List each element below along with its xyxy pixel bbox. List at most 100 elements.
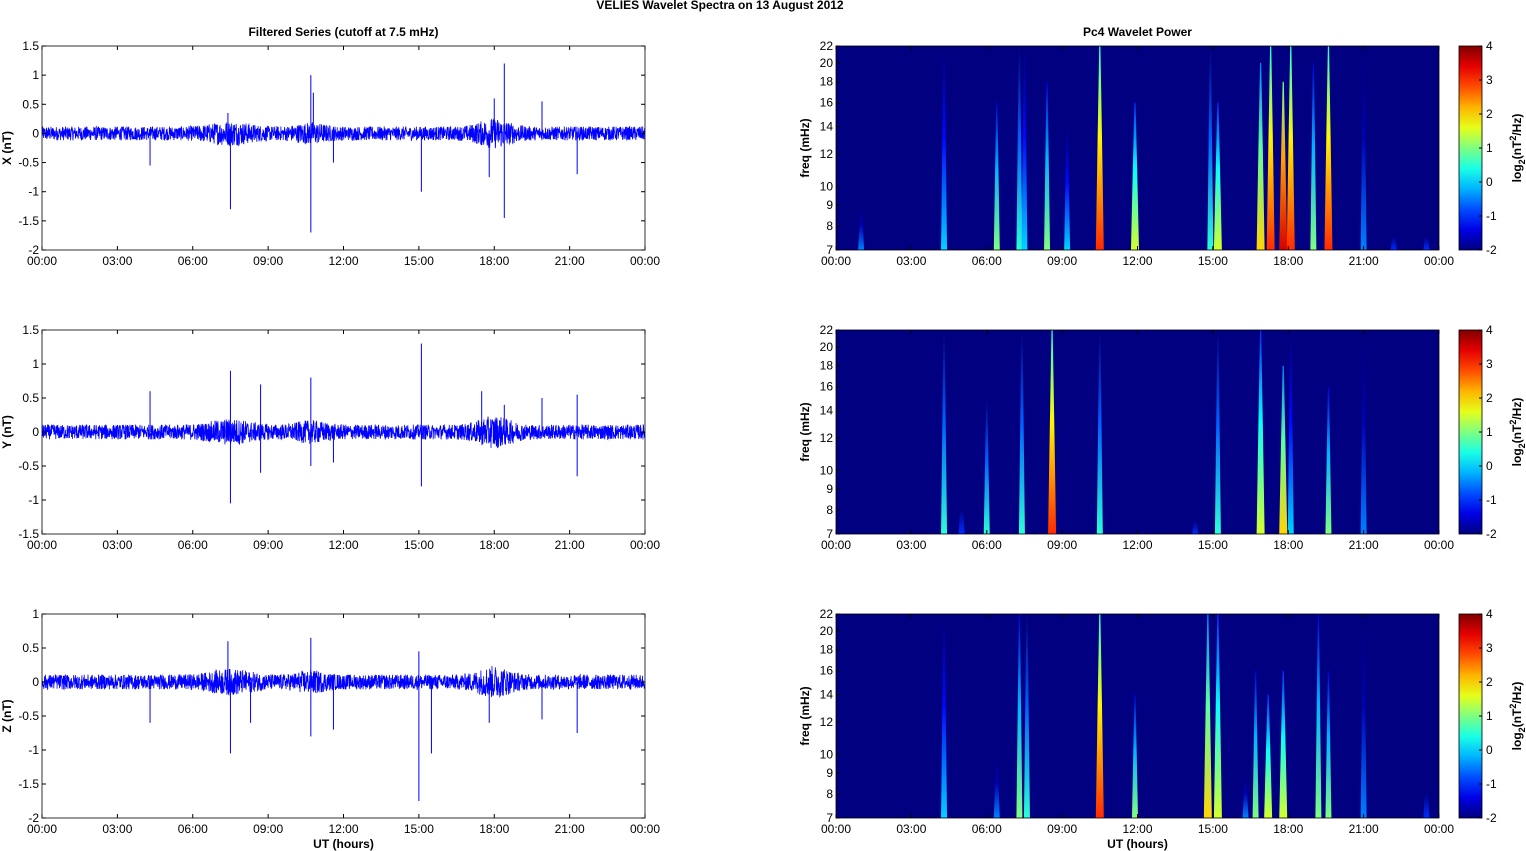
x-tick-label: 00:00	[821, 538, 851, 552]
x-tick-label: 12:00	[328, 538, 358, 552]
y-tick-label: -0.5	[18, 709, 39, 723]
colorbar-label-text: /Hz)	[1510, 114, 1524, 136]
colorbar-tick-label: 2	[1486, 675, 1493, 689]
x-tick-label: 03:00	[896, 254, 926, 268]
x-tick-label: 06:00	[178, 822, 208, 836]
x-tick-label: 21:00	[1349, 822, 1379, 836]
x-tick-label: 15:00	[1198, 822, 1228, 836]
y-tick-label: 10	[820, 463, 834, 477]
time-series-plot: -2-1.5-1-0.500.51Z (nT)00:00 03:00 06:00 09…	[0, 607, 660, 851]
x-tick-label: 18:00	[1273, 538, 1303, 552]
subplot-title: Filtered Series (cutoff at 7.5 mHz)	[248, 25, 438, 39]
x-tick-label: 09:00	[1047, 822, 1077, 836]
time-series-plot: -1.5-1-0.500.511.5Y (nT)00:00 03:00 06:00 0…	[0, 323, 660, 552]
y-tick-label: 16	[820, 380, 834, 394]
colorbar-label: log2(nT2/Hz)	[1508, 114, 1526, 183]
y-axis-label: freq (mHz)	[798, 686, 812, 745]
y-axis-label: X (nT)	[0, 131, 14, 165]
x-tick-label: 06:00	[972, 538, 1002, 552]
x-tick-label: 06:00	[972, 254, 1002, 268]
y-axis-label: Z (nT)	[0, 699, 14, 732]
y-tick-label: 22	[820, 323, 834, 337]
x-tick-label: 15:00	[404, 822, 434, 836]
x-tick-label: 00:00	[1424, 822, 1454, 836]
y-tick-label: 12	[820, 147, 834, 161]
colorbar-label-text: log	[1510, 732, 1524, 750]
x-tick-label: 00:00	[1424, 538, 1454, 552]
colorbar-tick-label: -2	[1486, 527, 1497, 541]
colorbar-tick-label: -2	[1486, 811, 1497, 825]
x-axis-label: UT (hours)	[1107, 837, 1168, 851]
x-tick-label: 06:00	[178, 538, 208, 552]
y-tick-label: 18	[820, 75, 834, 89]
y-tick-label: 22	[820, 607, 834, 621]
wavelet-spectrogram: 78910121416182022freq (mHz)00:00 03:00 06:…	[798, 25, 1526, 268]
y-tick-label: -1	[28, 493, 39, 507]
x-tick-label: 00:00	[821, 254, 851, 268]
y-tick-label: 16	[820, 664, 834, 678]
y-tick-label: 1	[32, 357, 39, 371]
y-tick-label: 9	[826, 198, 833, 212]
x-tick-label: 21:00	[555, 254, 585, 268]
x-tick-label: 00:00	[630, 538, 660, 552]
y-tick-label: 1.5	[22, 323, 39, 337]
wavelet-spectrogram: 78910121416182022freq (mHz)00:00 03:00 06:…	[798, 323, 1526, 552]
x-tick-label: 00:00	[27, 254, 57, 268]
y-tick-label: 16	[820, 96, 834, 110]
x-tick-label: 09:00	[253, 538, 283, 552]
subplot-title: Pc4 Wavelet Power	[1083, 25, 1192, 39]
x-tick-label: 09:00	[1047, 254, 1077, 268]
x-tick-label: 06:00	[178, 254, 208, 268]
x-tick-label: 18:00	[479, 538, 509, 552]
plot-area	[42, 46, 645, 250]
colorbar-label: log2(nT2/Hz)	[1508, 398, 1526, 467]
wavelet-spectrogram: 78910121416182022freq (mHz)00:00 03:00 06:…	[798, 607, 1526, 851]
colorbar-label-text: /Hz)	[1510, 682, 1524, 704]
colorbar-tick-label: 2	[1486, 107, 1493, 121]
y-tick-label: 0.5	[22, 641, 39, 655]
x-tick-label: 21:00	[555, 538, 585, 552]
colorbar-tick-label: 0	[1486, 459, 1493, 473]
colorbar-label-text: (nT	[1510, 424, 1524, 443]
plot-area	[42, 614, 645, 818]
colorbar-tick-label: 4	[1486, 323, 1493, 337]
colorbar	[1458, 45, 1483, 251]
y-tick-label: 8	[826, 503, 833, 517]
colorbar	[1458, 329, 1483, 535]
y-tick-label: 18	[820, 359, 834, 373]
colorbar-label-text: (nT	[1510, 708, 1524, 727]
x-tick-label: 12:00	[1122, 538, 1152, 552]
x-tick-label: 12:00	[1122, 254, 1152, 268]
x-tick-label: 12:00	[1122, 822, 1152, 836]
x-tick-label: 00:00	[1424, 254, 1454, 268]
y-tick-label: 0	[32, 675, 39, 689]
y-tick-label: 20	[820, 340, 834, 354]
x-tick-label: 12:00	[328, 254, 358, 268]
x-tick-label: 00:00	[630, 254, 660, 268]
y-tick-label: 9	[826, 766, 833, 780]
y-tick-label: -1	[28, 185, 39, 199]
colorbar-tick-label: 4	[1486, 607, 1493, 621]
colorbar-label-text: log	[1510, 448, 1524, 466]
y-tick-label: 9	[826, 482, 833, 496]
x-tick-label: 15:00	[404, 538, 434, 552]
colorbar-tick-label: 1	[1486, 141, 1493, 155]
x-tick-label: 15:00	[1198, 538, 1228, 552]
x-tick-label: 18:00	[1273, 822, 1303, 836]
time-series-plot: -2-1.5-1-0.500.511.5X (nT)00:00 03:00 06:0…	[0, 25, 660, 268]
colorbar-tick-label: -1	[1486, 209, 1497, 223]
x-tick-label: 15:00	[1198, 254, 1228, 268]
x-tick-label: 15:00	[404, 254, 434, 268]
x-tick-label: 09:00	[253, 822, 283, 836]
colorbar-tick-label: -1	[1486, 493, 1497, 507]
y-tick-label: 8	[826, 787, 833, 801]
y-tick-label: 1.5	[22, 39, 39, 53]
y-tick-label: 22	[820, 39, 834, 53]
y-tick-label: 18	[820, 643, 834, 657]
colorbar-tick-label: -1	[1486, 777, 1497, 791]
x-tick-label: 00:00	[27, 822, 57, 836]
x-tick-label: 06:00	[972, 822, 1002, 836]
x-tick-label: 21:00	[555, 822, 585, 836]
x-tick-label: 03:00	[896, 538, 926, 552]
plot-area	[836, 330, 1439, 534]
